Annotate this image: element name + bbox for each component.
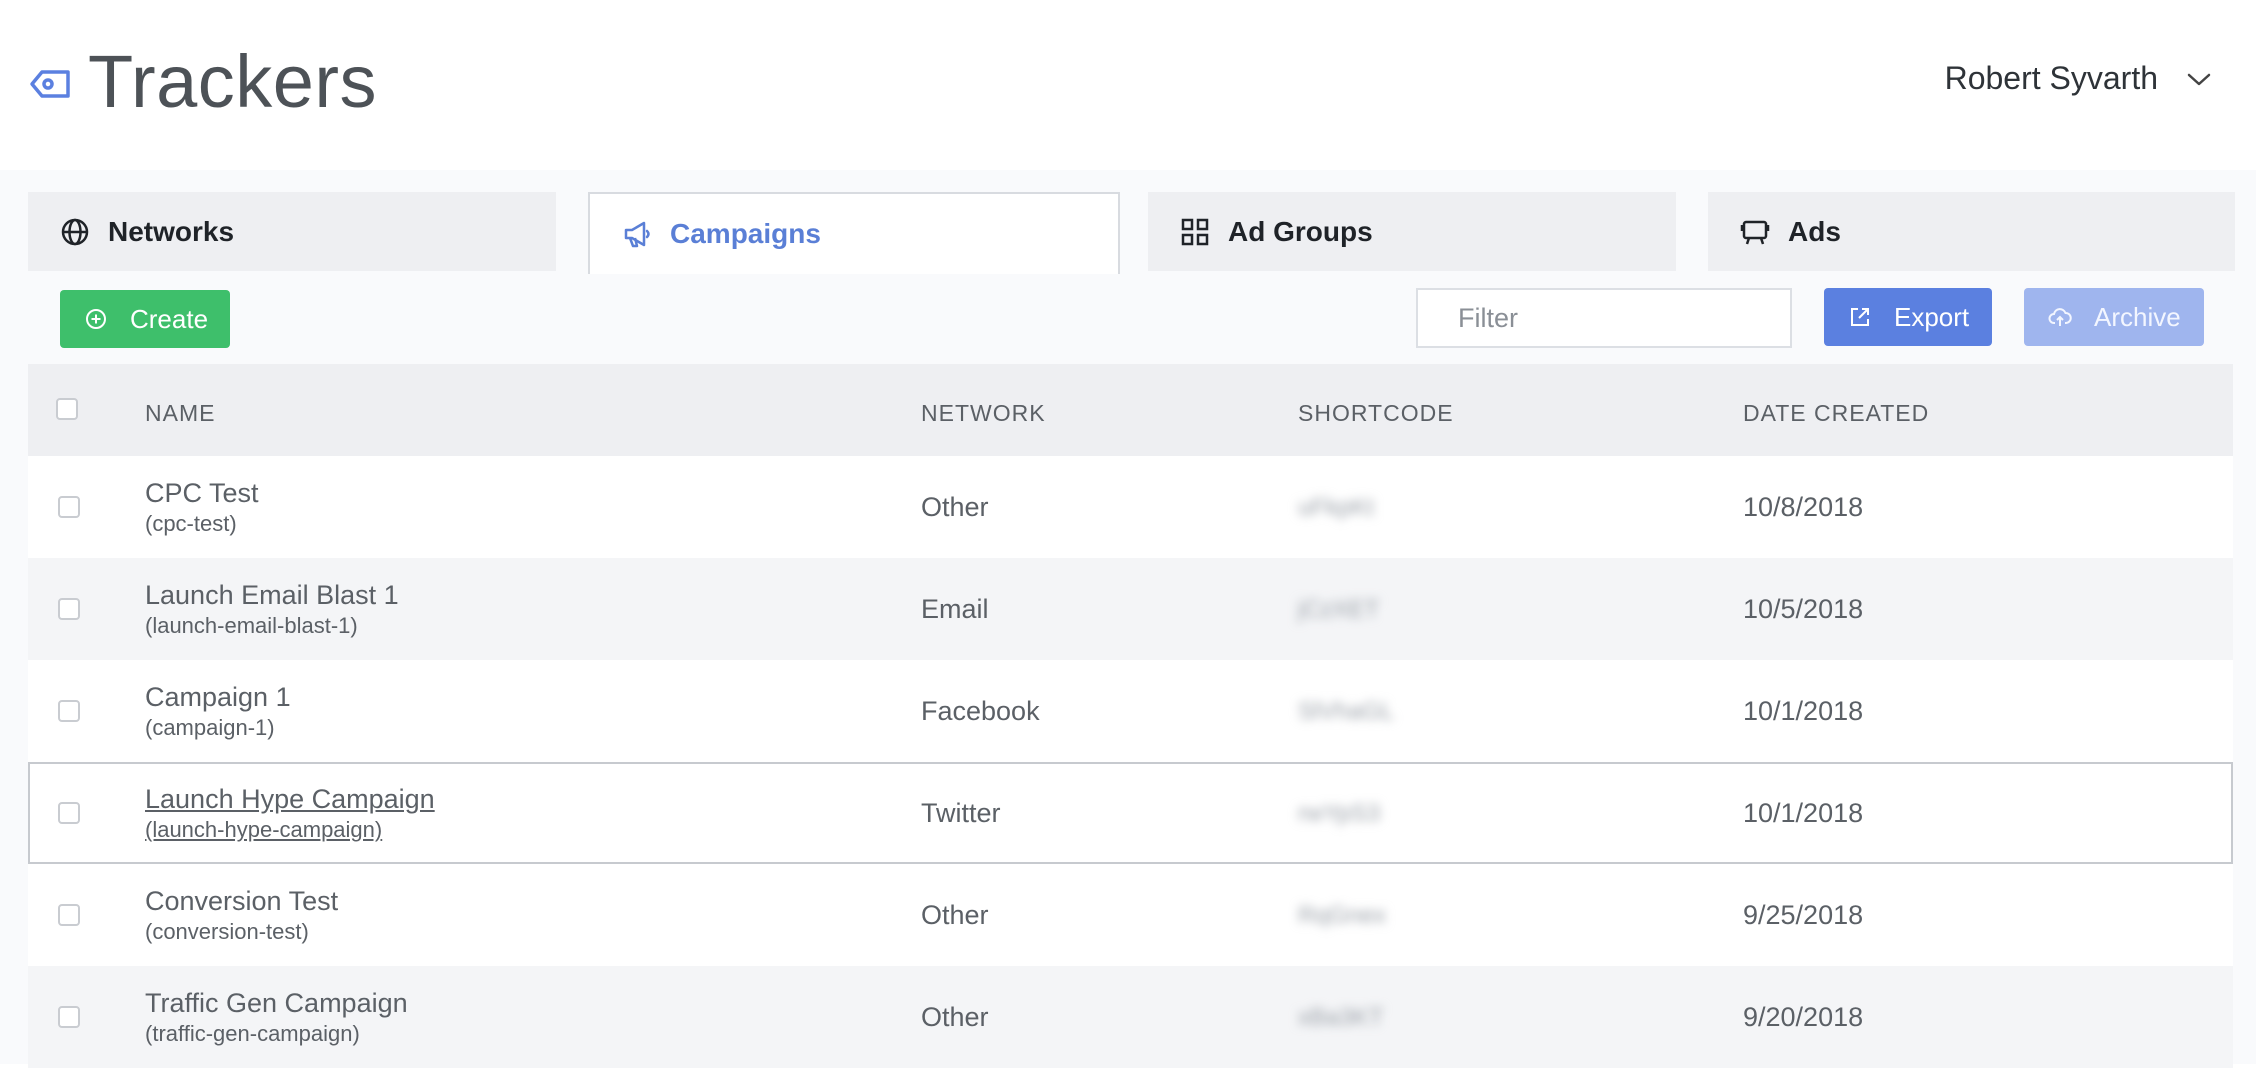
column-header-shortcode[interactable]: SHORTCODE xyxy=(1298,400,1454,427)
campaign-name-cell[interactable]: Traffic Gen Campaign (traffic-gen-campai… xyxy=(145,986,408,1048)
grid-icon xyxy=(1181,218,1209,245)
table-row[interactable]: Launch Email Blast 1 (launch-email-blast… xyxy=(28,558,2233,660)
column-header-name[interactable]: NAME xyxy=(145,400,215,427)
page-header: Trackers Robert Syvarth xyxy=(0,0,2256,170)
network-cell: Twitter xyxy=(921,798,1001,828)
table-header: NAME NETWORK SHORTCODE DATE CREATED xyxy=(28,364,2233,456)
network-cell: Other xyxy=(921,1002,989,1032)
tab-label: Ad Groups xyxy=(1228,215,1373,247)
tab-networks[interactable]: Networks xyxy=(28,192,556,271)
campaign-name: Conversion Test xyxy=(145,886,339,916)
table-row[interactable]: CPC Test (cpc-test) Other uFkpKt 10/8/20… xyxy=(28,456,2233,558)
shortcode-cell: rwYpS3 xyxy=(1298,800,1381,827)
campaign-slug: (campaign-1) xyxy=(145,715,275,740)
row-checkbox[interactable] xyxy=(58,700,80,722)
user-menu[interactable]: Robert Syvarth xyxy=(1945,60,2212,97)
table-row[interactable]: Campaign 1 (campaign-1) Facebook SlVhaGL… xyxy=(28,660,2233,762)
plus-circle-icon xyxy=(86,309,106,329)
archive-button[interactable]: Archive xyxy=(2024,288,2204,346)
archive-button-label: Archive xyxy=(2094,301,2181,332)
table-row[interactable]: Traffic Gen Campaign (traffic-gen-campai… xyxy=(28,966,2233,1068)
megaphone-icon xyxy=(624,221,650,248)
page-title: Trackers xyxy=(88,40,378,123)
network-cell: Email xyxy=(921,594,989,624)
campaign-name-cell[interactable]: Launch Hype Campaign (launch-hype-campai… xyxy=(145,782,435,844)
campaign-name-cell[interactable]: Conversion Test (conversion-test) xyxy=(145,884,338,946)
date-created-cell: 10/1/2018 xyxy=(1743,798,1864,828)
user-name: Robert Syvarth xyxy=(1944,60,2158,96)
date-created-cell: 9/20/2018 xyxy=(1743,1002,1864,1032)
table-row-hovered[interactable]: Launch Hype Campaign (launch-hype-campai… xyxy=(28,762,2233,864)
create-button-label: Create xyxy=(130,303,209,334)
tag-icon xyxy=(30,70,70,98)
date-created-cell: 10/1/2018 xyxy=(1743,696,1864,726)
campaign-slug: (launch-email-blast-1) xyxy=(145,613,358,638)
tab-label: Campaigns xyxy=(670,218,821,249)
network-cell: Other xyxy=(921,900,989,930)
date-created-cell: 10/5/2018 xyxy=(1743,594,1864,624)
shortcode-cell: xBa3KT xyxy=(1298,1004,1384,1031)
tab-ads[interactable]: Ads xyxy=(1708,192,2235,271)
campaign-name: Traffic Gen Campaign xyxy=(145,988,408,1018)
date-created-cell: 10/8/2018 xyxy=(1743,492,1864,522)
filter-input[interactable] xyxy=(1416,288,1792,348)
tab-campaigns[interactable]: Campaigns xyxy=(588,192,1120,274)
shortcode-cell: SlVhaGL xyxy=(1298,698,1395,725)
shortcode-cell: RqGnex xyxy=(1298,902,1387,929)
shortcode-cell: jCzXET xyxy=(1298,596,1380,623)
row-checkbox[interactable] xyxy=(58,1006,80,1028)
campaign-name: CPC Test xyxy=(145,478,259,508)
globe-icon xyxy=(61,218,89,245)
campaign-slug: (traffic-gen-campaign) xyxy=(145,1021,360,1046)
tab-label: Ads xyxy=(1788,215,1841,247)
column-header-date-created[interactable]: DATE CREATED xyxy=(1743,400,1929,427)
export-button-label: Export xyxy=(1894,301,1970,332)
campaign-name: Launch Hype Campaign xyxy=(145,784,435,814)
campaigns-table: NAME NETWORK SHORTCODE DATE CREATED CPC … xyxy=(28,364,2233,1068)
chevron-down-icon xyxy=(2187,73,2211,85)
campaign-slug: (conversion-test) xyxy=(145,919,309,944)
export-button[interactable]: Export xyxy=(1824,288,1992,346)
tab-label: Networks xyxy=(108,215,235,247)
shortcode-cell: uFkpKt xyxy=(1298,494,1375,521)
row-checkbox[interactable] xyxy=(58,598,80,620)
external-link-icon xyxy=(1851,308,1869,326)
campaign-name: Campaign 1 xyxy=(145,682,291,712)
campaign-slug: (launch-hype-campaign) xyxy=(145,817,383,842)
column-header-network[interactable]: NETWORK xyxy=(921,400,1046,427)
create-button[interactable]: Create xyxy=(60,290,230,348)
campaign-name-cell[interactable]: Launch Email Blast 1 (launch-email-blast… xyxy=(145,578,399,640)
tab-ad-groups[interactable]: Ad Groups xyxy=(1148,192,1676,271)
select-all-checkbox[interactable] xyxy=(56,398,78,420)
network-cell: Facebook xyxy=(921,696,1040,726)
network-cell: Other xyxy=(921,492,989,522)
campaign-name-cell[interactable]: Campaign 1 (campaign-1) xyxy=(145,680,291,742)
date-created-cell: 9/25/2018 xyxy=(1743,900,1864,930)
campaign-name: Launch Email Blast 1 xyxy=(145,580,399,610)
row-checkbox[interactable] xyxy=(58,904,80,926)
row-checkbox[interactable] xyxy=(58,802,80,824)
campaign-slug: (cpc-test) xyxy=(145,511,237,536)
billboard-icon xyxy=(1740,220,1770,244)
cloud-upload-icon xyxy=(2048,308,2072,326)
campaign-name-cell[interactable]: CPC Test (cpc-test) xyxy=(145,476,259,538)
table-row[interactable]: Conversion Test (conversion-test) Other … xyxy=(28,864,2233,966)
row-checkbox[interactable] xyxy=(58,496,80,518)
